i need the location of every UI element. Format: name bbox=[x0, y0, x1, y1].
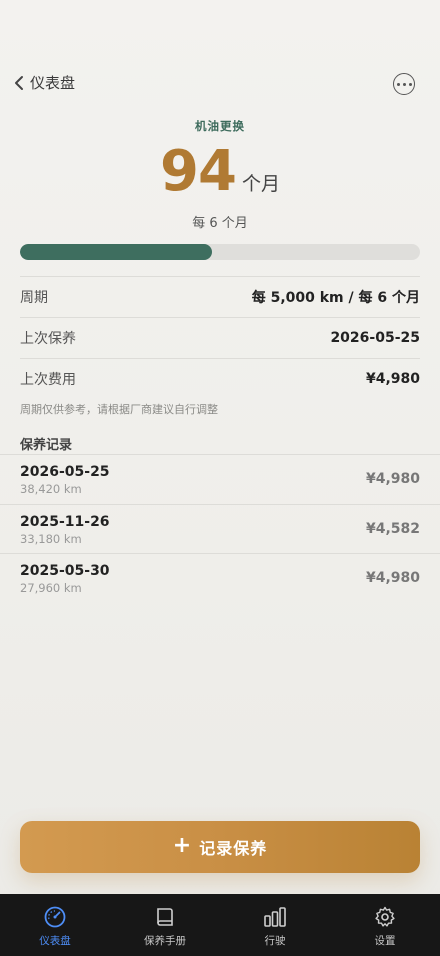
detail-label: 上次费用 bbox=[20, 372, 76, 388]
tab-settings[interactable]: 设置 bbox=[330, 894, 440, 956]
interval-text: 每 6 个月 bbox=[192, 216, 248, 231]
records-list: 2026-05-25 38,420 km ¥4,980 2025-11-26 3… bbox=[0, 454, 440, 603]
record-cost: ¥4,582 bbox=[365, 520, 420, 537]
detail-row-last-service: 上次保养 2026-05-25 bbox=[20, 317, 420, 358]
item-title: 机油更换 bbox=[195, 119, 245, 133]
record-service-label: 记录保养 bbox=[199, 839, 268, 858]
detail-list: 周期 每 5,000 km / 每 6 个月 上次保养 2026-05-25 上… bbox=[20, 276, 420, 399]
detail-row-cycle: 周期 每 5,000 km / 每 6 个月 bbox=[20, 276, 420, 317]
record-service-button[interactable]: + 记录保养 bbox=[20, 821, 420, 873]
record-item[interactable]: 2025-05-30 27,960 km ¥4,980 bbox=[0, 553, 440, 603]
more-dot-icon bbox=[396, 82, 400, 86]
tab-label: 设置 bbox=[374, 935, 396, 947]
records-title: 保养记录 bbox=[20, 438, 73, 453]
gauge-icon bbox=[44, 906, 66, 928]
gear-icon bbox=[375, 906, 395, 927]
record-date: 2026-05-25 bbox=[20, 464, 110, 480]
record-km: 27,960 km bbox=[20, 581, 82, 595]
record-cost: ¥4,980 bbox=[365, 570, 420, 586]
back-button[interactable]: 仪表盘 bbox=[12, 72, 75, 93]
more-dot-icon bbox=[408, 82, 412, 86]
progress-bar bbox=[20, 244, 420, 260]
record-cost: ¥4,980 bbox=[365, 471, 420, 487]
tab-label: 仪表盘 bbox=[39, 935, 71, 947]
more-dot-icon bbox=[402, 82, 406, 86]
record-date: 2025-11-26 bbox=[20, 513, 110, 530]
detail-label: 上次保养 bbox=[20, 331, 76, 347]
remaining-value: 94 bbox=[160, 139, 237, 204]
detail-label: 周期 bbox=[20, 290, 48, 306]
tab-dashboard[interactable]: 仪表盘 bbox=[0, 894, 110, 956]
tab-label: 行驶 bbox=[264, 935, 286, 947]
record-item[interactable]: 2026-05-25 38,420 km ¥4,980 bbox=[0, 454, 440, 504]
tab-label: 保养手册 bbox=[144, 935, 186, 947]
more-options-button[interactable] bbox=[393, 73, 415, 95]
record-date: 2025-05-30 bbox=[20, 563, 110, 579]
chevron-left-icon bbox=[15, 75, 23, 90]
back-label: 仪表盘 bbox=[30, 74, 76, 92]
record-item[interactable]: 2025-11-26 33,180 km ¥4,582 bbox=[0, 503, 440, 554]
detail-value: ¥4,980 bbox=[365, 371, 420, 387]
disclaimer-note: 周期仅供参考，请根据厂商建议自行调整 bbox=[20, 403, 218, 416]
remaining-display: 94 个月 bbox=[0, 140, 440, 204]
detail-value: 2026-05-25 bbox=[330, 330, 420, 346]
tab-driving[interactable]: 行驶 bbox=[220, 894, 330, 956]
top-bar: 仪表盘 bbox=[0, 70, 440, 100]
plus-icon: + bbox=[172, 833, 192, 858]
record-km: 33,180 km bbox=[20, 531, 82, 546]
detail-row-last-cost: 上次费用 ¥4,980 bbox=[20, 358, 420, 399]
detail-value: 每 5,000 km / 每 6 个月 bbox=[251, 290, 420, 306]
tab-manual[interactable]: 保养手册 bbox=[110, 894, 220, 956]
book-icon bbox=[157, 908, 173, 926]
bar-chart-icon bbox=[264, 907, 286, 927]
tab-bar: 仪表盘 保养手册 行驶 设置 bbox=[0, 894, 440, 956]
record-km: 38,420 km bbox=[20, 482, 82, 496]
remaining-unit: 个月 bbox=[241, 173, 280, 195]
progress-fill bbox=[20, 244, 212, 260]
